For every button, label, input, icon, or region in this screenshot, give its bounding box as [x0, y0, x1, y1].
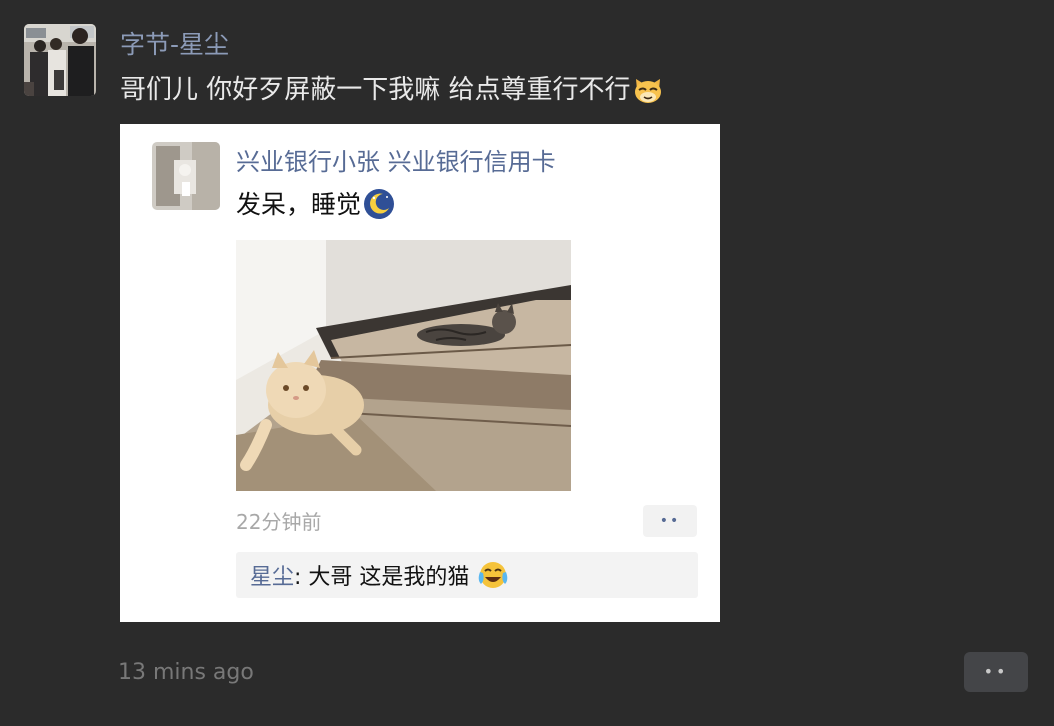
more-actions-button[interactable]: ••	[964, 652, 1028, 692]
shared-author-name: 兴业银行小张 兴业银行信用卡	[236, 148, 556, 176]
cat-face-emoji-icon	[633, 75, 663, 115]
moon-emoji-icon	[363, 188, 395, 229]
shared-screenshot-image[interactable]: 兴业银行小张 兴业银行信用卡 发呆，睡觉 22分钟前 •• 星尘: 大哥 这是我…	[120, 124, 720, 622]
post-text-content: 哥们儿 你好歹屏蔽一下我嘛 给点尊重行不行	[120, 75, 631, 105]
shared-comment-row: 星尘: 大哥 这是我的猫	[250, 560, 509, 599]
author-name[interactable]: 字节-星尘	[120, 28, 229, 62]
author-avatar[interactable]	[24, 24, 96, 96]
post-text: 哥们儿 你好歹屏蔽一下我嘛 给点尊重行不行	[120, 72, 663, 115]
shared-post-time: 22分钟前	[236, 510, 322, 534]
shared-author-avatar	[152, 142, 220, 210]
post-time: 13 mins ago	[118, 660, 254, 685]
shared-comment: 星尘: 大哥 这是我的猫	[236, 552, 698, 598]
shared-comment-text: 大哥 这是我的猫	[308, 565, 470, 590]
shared-post-text: 发呆，睡觉	[236, 188, 395, 229]
shared-comment-separator: :	[294, 565, 309, 590]
tears-of-joy-emoji-icon	[477, 560, 509, 599]
shared-more-icon: ••	[643, 505, 697, 537]
shared-comment-author: 星尘	[250, 565, 295, 590]
shared-post-text-content: 发呆，睡觉	[236, 190, 362, 219]
cats-photo	[236, 240, 571, 491]
